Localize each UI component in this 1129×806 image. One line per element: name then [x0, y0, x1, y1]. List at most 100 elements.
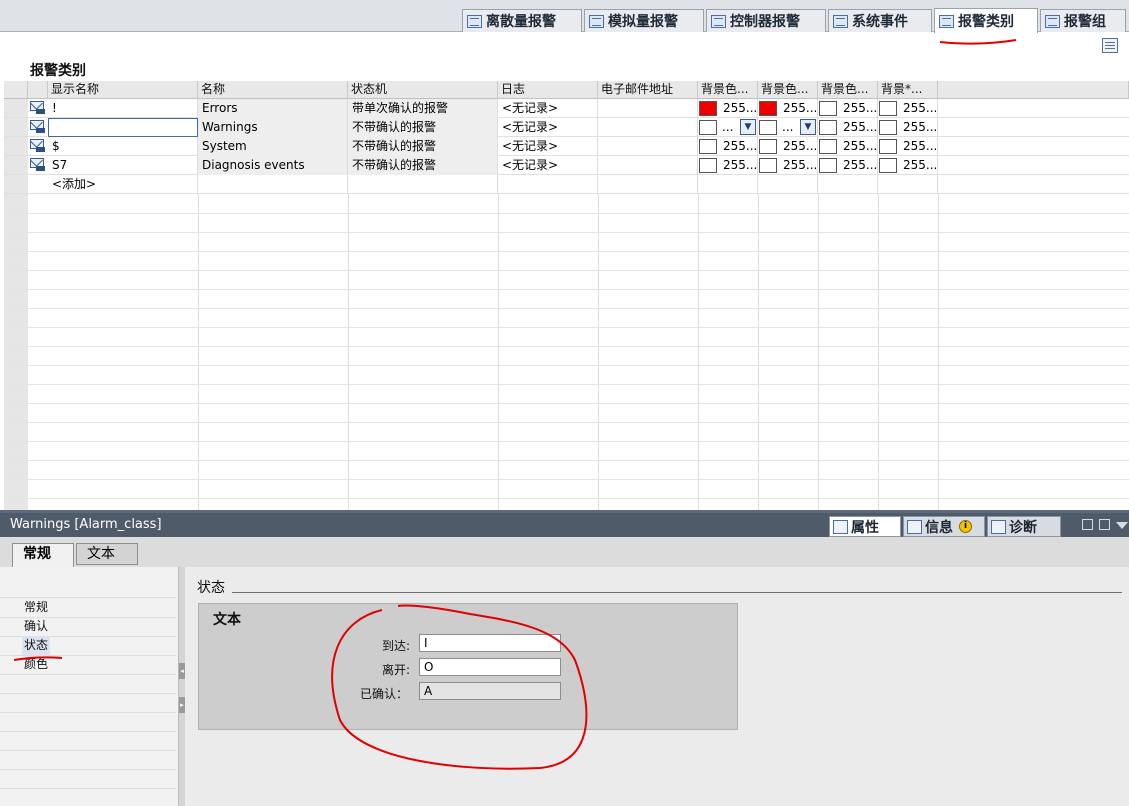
cell-log[interactable]: <无记录> — [498, 99, 598, 118]
empty-cell — [698, 175, 758, 194]
discrete-alarm-icon — [467, 14, 482, 28]
cell-log[interactable]: <无记录> — [498, 118, 598, 137]
col-bg-color-3[interactable]: 背景色... — [818, 81, 878, 99]
cell-state-machine[interactable]: 不带确认的报警 — [348, 118, 498, 137]
color-swatch[interactable] — [819, 139, 837, 154]
table-row[interactable]: ! Errors 带单次确认的报警 <无记录> 255... 255... 25… — [4, 99, 1129, 118]
grid-title: 报警类别 — [30, 63, 86, 79]
col-display-name[interactable]: 显示名称 — [48, 81, 198, 99]
cell-state-machine[interactable]: 不带确认的报警 — [348, 137, 498, 156]
color-swatch[interactable] — [879, 120, 897, 135]
system-event-icon — [833, 14, 848, 28]
col-bg-color-1[interactable]: 背景色... — [698, 81, 758, 99]
cell-email[interactable] — [598, 137, 698, 156]
icon-header — [28, 81, 48, 99]
color-swatch[interactable] — [699, 120, 717, 135]
tab-system-events[interactable]: 系统事件 — [828, 9, 932, 32]
cell-log[interactable]: <无记录> — [498, 137, 598, 156]
empty-cell — [348, 175, 498, 194]
color-swatch[interactable] — [699, 139, 717, 154]
cell-state-machine[interactable]: 带单次确认的报警 — [348, 99, 498, 118]
restore-icon[interactable] — [1082, 519, 1093, 530]
color-swatch[interactable] — [759, 101, 777, 116]
table-row[interactable]: Warnings 不带确认的报警 <无记录> ... ▼ ... ▼ 255..… — [4, 118, 1129, 137]
cell-email[interactable] — [598, 156, 698, 175]
cell-email[interactable] — [598, 118, 698, 137]
alarm-class-icon — [30, 158, 46, 172]
color-swatch[interactable] — [759, 139, 777, 154]
col-bg-color-4[interactable]: 背景*... — [878, 81, 938, 99]
cell-name[interactable]: Warnings — [198, 118, 348, 137]
tab-alarm-groups[interactable]: 报警组 — [1040, 9, 1126, 32]
info-tab-icon — [907, 519, 922, 534]
color-swatch[interactable] — [879, 101, 897, 116]
cell-name[interactable]: Diagnosis events — [198, 156, 348, 175]
color-swatch[interactable] — [879, 158, 897, 173]
cell-display-name[interactable]: S7 — [48, 156, 198, 175]
empty-cell — [818, 175, 878, 194]
color-swatch[interactable] — [879, 139, 897, 154]
chevron-down-icon[interactable]: ▼ — [740, 119, 756, 135]
cell-display-name[interactable]: ! — [48, 99, 198, 118]
nav-item-general[interactable]: 常规 — [24, 598, 48, 617]
cell-name[interactable]: Errors — [198, 99, 348, 118]
minimize-icon[interactable] — [1099, 519, 1110, 530]
table-row[interactable]: S7 Diagnosis events 不带确认的报警 <无记录> 255...… — [4, 156, 1129, 175]
add-row[interactable]: <添加> — [4, 175, 1129, 194]
inspector-title: Warnings [Alarm_class] — [10, 517, 162, 532]
tab-properties[interactable]: 属性 — [829, 516, 901, 537]
color-swatch[interactable] — [699, 158, 717, 173]
cell-email[interactable] — [598, 99, 698, 118]
nav-item-colors[interactable]: 颜色 — [24, 655, 48, 674]
alarm-class-icon — [30, 120, 46, 134]
col-name[interactable]: 名称 — [198, 81, 348, 99]
display-name-edit-field[interactable] — [48, 118, 198, 137]
color-swatch[interactable] — [759, 120, 777, 135]
col-log[interactable]: 日志 — [498, 81, 598, 99]
tab-analog-alarms[interactable]: 模拟量报警 — [584, 9, 704, 32]
table-row[interactable]: $ System 不带确认的报警 <无记录> 255... 255... 255… — [4, 137, 1129, 156]
tab-controller-alarms[interactable]: 控制器报警 — [706, 9, 826, 32]
nav-collapse-bar[interactable]: ◂ ▸ — [178, 567, 185, 806]
list-view-icon[interactable] — [1102, 38, 1118, 53]
col-email[interactable]: 电子邮件地址 — [598, 81, 698, 99]
tab-discrete-alarms[interactable]: 离散量报警 — [462, 9, 582, 32]
col-bg-color-2[interactable]: 背景色... — [758, 81, 818, 99]
subtab-bar — [0, 537, 1129, 567]
underline-alarm-class-tab — [939, 39, 1017, 45]
cell-log[interactable]: <无记录> — [498, 156, 598, 175]
cell-state-machine[interactable]: 不带确认的报警 — [348, 156, 498, 175]
cell-display-name[interactable]: $ — [48, 137, 198, 156]
empty-cell — [878, 175, 938, 194]
acknowledged-label: 已确认： — [359, 687, 408, 701]
arrive-label: 到达: — [381, 639, 410, 653]
add-new-item[interactable]: <添加> — [48, 175, 198, 194]
controller-alarm-icon — [711, 14, 726, 28]
color-swatch[interactable] — [759, 158, 777, 173]
expand-right-icon[interactable]: ▸ — [179, 697, 185, 713]
col-state-machine[interactable]: 状态机 — [348, 81, 498, 99]
acknowledged-input[interactable]: A — [419, 682, 561, 700]
grid-lines — [4, 194, 1129, 510]
color-swatch[interactable] — [699, 101, 717, 116]
collapse-icon[interactable] — [1116, 522, 1128, 529]
tab-info[interactable]: 信息 i — [903, 516, 985, 537]
nav-item-state[interactable]: 状态 — [22, 636, 51, 655]
header-filler — [938, 81, 1129, 99]
color-swatch[interactable] — [819, 120, 837, 135]
property-nav: 常规 确认 状态 颜色 — [0, 567, 178, 806]
color-swatch[interactable] — [819, 158, 837, 173]
tab-diagnostics[interactable]: 诊断 — [987, 516, 1061, 537]
alarm-class-icon — [30, 101, 46, 115]
collapse-left-icon[interactable]: ◂ — [179, 663, 185, 679]
subtab-general[interactable]: 常规 — [12, 543, 74, 567]
tab-alarm-classes[interactable]: 报警类别 — [934, 8, 1038, 33]
arrive-input[interactable]: I — [419, 634, 561, 652]
alarm-class-table: 显示名称 名称 状态机 日志 电子邮件地址 背景色... 背景色... 背景色.… — [4, 81, 1129, 510]
nav-item-acknowledge[interactable]: 确认 — [24, 617, 48, 636]
subtab-text[interactable]: 文本 — [76, 543, 138, 565]
chevron-down-icon[interactable]: ▼ — [800, 119, 816, 135]
color-swatch[interactable] — [819, 101, 837, 116]
leave-input[interactable]: O — [419, 658, 561, 676]
cell-name[interactable]: System — [198, 137, 348, 156]
